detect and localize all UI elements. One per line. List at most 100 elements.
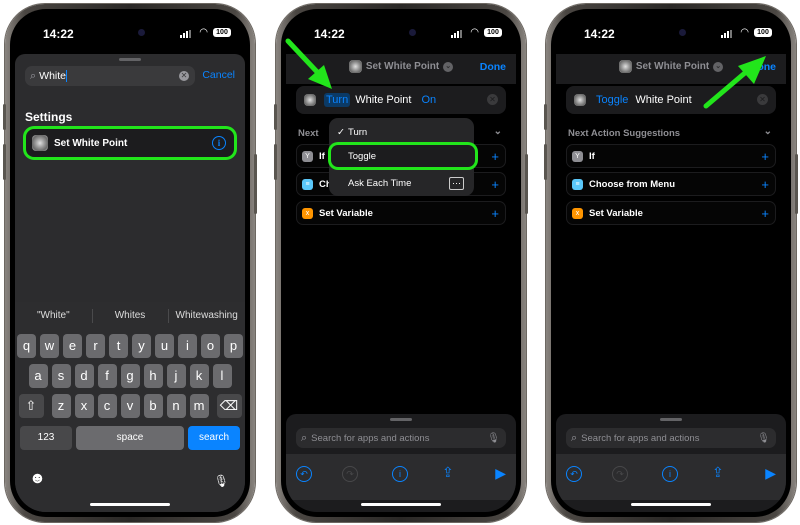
key[interactable]: d <box>74 364 94 388</box>
key[interactable]: x <box>74 394 94 418</box>
add-icon[interactable]: + <box>491 177 499 192</box>
menu-item-turn[interactable]: ✓ Turn <box>329 121 474 143</box>
key[interactable]: v <box>120 394 140 418</box>
key[interactable]: p <box>224 334 243 358</box>
key[interactable]: k <box>189 364 209 388</box>
menu-icon: ≡ <box>572 178 583 190</box>
key[interactable]: i <box>178 334 197 358</box>
state-token[interactable]: On <box>419 93 438 107</box>
microphone-icon[interactable]: 🎙 <box>214 474 229 488</box>
verb-token[interactable]: Toggle <box>594 93 630 107</box>
autocomplete-bar: "White" Whites Whitewashing <box>15 302 245 330</box>
add-icon[interactable]: + <box>761 206 769 221</box>
home-indicator[interactable] <box>90 503 170 506</box>
verb-token[interactable]: Turn <box>324 93 351 107</box>
key[interactable]: a <box>28 364 48 388</box>
redo-icon[interactable]: ↷ <box>342 466 358 482</box>
key[interactable]: w <box>40 334 59 358</box>
power-button <box>525 154 528 214</box>
done-button[interactable]: Done <box>480 61 506 73</box>
search-input[interactable]: ⌕ White ✕ <box>25 66 195 86</box>
suggestion-label: Choose from Menu <box>589 178 676 190</box>
shift-key[interactable]: ⇧ <box>18 394 44 418</box>
editor-toolbar: ↶ ↷ i ⇪ ▶ <box>286 454 516 500</box>
key[interactable]: t <box>109 334 128 358</box>
clear-icon[interactable]: ✕ <box>179 71 189 81</box>
chevron-down-icon[interactable]: ⌄ <box>764 126 772 137</box>
wifi-icon: ◠ <box>199 27 208 38</box>
sheet-grabber[interactable] <box>660 418 682 421</box>
key[interactable]: b <box>143 394 163 418</box>
remove-action-icon[interactable]: ✕ <box>757 94 768 105</box>
signal-icon <box>721 30 732 38</box>
redo-icon[interactable]: ↷ <box>612 466 628 482</box>
delete-key[interactable]: ⌫ <box>216 394 242 418</box>
share-icon[interactable]: ⇪ <box>712 464 724 481</box>
chevron-down-icon[interactable]: ⌄ <box>494 126 502 137</box>
info-icon[interactable]: i <box>212 136 226 150</box>
key[interactable]: z <box>51 394 71 418</box>
add-icon[interactable]: + <box>491 149 499 164</box>
menu-item-toggle[interactable]: Toggle <box>331 145 475 167</box>
suggestion-row[interactable]: Y If + <box>566 144 776 168</box>
emoji-icon[interactable]: ☻ <box>29 470 46 488</box>
key[interactable]: g <box>120 364 140 388</box>
suggestion-row[interactable]: x Set Variable + <box>566 201 776 225</box>
key[interactable]: y <box>132 334 151 358</box>
menu-item-label: Ask Each Time <box>348 177 412 189</box>
microphone-icon[interactable]: 🎙 <box>757 433 770 444</box>
screen: 14:22 ◠ 100 Set White Point ⌄ Done Turn … <box>286 14 516 512</box>
home-indicator[interactable] <box>361 503 441 506</box>
numbers-key[interactable]: 123 <box>20 426 72 450</box>
key[interactable]: e <box>63 334 82 358</box>
key-row-2: a s d f g h j k l <box>15 364 245 388</box>
key[interactable]: n <box>166 394 186 418</box>
key[interactable]: s <box>51 364 71 388</box>
space-key[interactable]: space <box>76 426 184 450</box>
sheet-grabber[interactable] <box>119 58 141 61</box>
title-text: Set White Point <box>365 61 440 72</box>
key[interactable]: m <box>189 394 209 418</box>
key[interactable]: c <box>97 394 117 418</box>
search-key[interactable]: search <box>188 426 240 450</box>
key[interactable]: h <box>143 364 163 388</box>
suggestion-row[interactable]: x Set Variable + <box>296 201 506 225</box>
home-indicator[interactable] <box>631 503 711 506</box>
remove-action-icon[interactable]: ✕ <box>487 94 498 105</box>
play-icon[interactable]: ▶ <box>495 465 506 482</box>
suggestion-row[interactable]: ≡ Choose from Menu + <box>566 172 776 196</box>
play-icon[interactable]: ▶ <box>765 465 776 482</box>
actions-search-input[interactable]: ⌕ Search for apps and actions 🎙 <box>566 428 776 448</box>
key[interactable]: u <box>155 334 174 358</box>
add-icon[interactable]: + <box>761 149 769 164</box>
microphone-icon[interactable]: 🎙 <box>487 433 500 444</box>
info-icon[interactable]: i <box>392 466 408 482</box>
sheet-grabber[interactable] <box>390 418 412 421</box>
key[interactable]: l <box>212 364 232 388</box>
done-button[interactable]: Done <box>750 61 776 73</box>
add-icon[interactable]: + <box>491 206 499 221</box>
key[interactable]: q <box>17 334 36 358</box>
menu-item-label: Toggle <box>348 150 376 162</box>
power-button <box>795 154 798 214</box>
share-icon[interactable]: ⇪ <box>442 464 454 481</box>
phone-toggle-result-screen: 14:22 ◠ 100 Set White Point ⌄ Done Toggl… <box>544 4 798 522</box>
add-icon[interactable]: + <box>761 177 769 192</box>
actions-search-input[interactable]: ⌕ Search for apps and actions 🎙 <box>296 428 506 448</box>
key[interactable]: j <box>166 364 186 388</box>
suggestion[interactable]: Whitewashing <box>168 302 245 330</box>
suggestion[interactable]: "White" <box>15 302 92 330</box>
cancel-button[interactable]: Cancel <box>202 69 235 81</box>
key[interactable]: o <box>201 334 220 358</box>
result-set-white-point[interactable]: Set White Point i <box>26 129 234 157</box>
suggestion[interactable]: Whites <box>91 302 169 330</box>
undo-icon[interactable]: ↶ <box>566 466 582 482</box>
settings-gear-icon <box>304 94 316 106</box>
menu-item-ask-each-time[interactable]: Ask Each Time ⋯ <box>329 172 474 194</box>
key[interactable]: f <box>97 364 117 388</box>
section-label: Next <box>298 128 319 139</box>
info-icon[interactable]: i <box>662 466 678 482</box>
key[interactable]: r <box>86 334 105 358</box>
undo-icon[interactable]: ↶ <box>296 466 312 482</box>
action-search-panel: ⌕ Search for apps and actions 🎙 ↶ ↷ i ⇪ … <box>286 414 516 512</box>
